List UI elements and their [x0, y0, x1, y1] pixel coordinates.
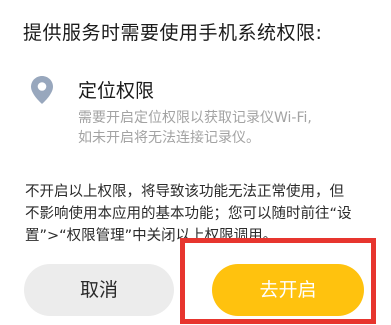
dialog-title: 提供服务时需要使用手机系统权限: — [23, 22, 323, 44]
notice-text: 不开启以上权限，将导致该功能无法正常使用，但 不影响使用本应用的基本功能；您可以… — [25, 181, 371, 247]
permission-name: 定位权限 — [78, 80, 155, 102]
notice-line: 不开启以上权限，将导致该功能无法正常使用，但 — [25, 184, 344, 200]
notice-line: 不影响使用本应用的基本功能；您可以随时前往“设 — [25, 206, 352, 222]
permission-description: 需要开启定位权限以获取记录仪Wi-Fi, 如未开启将无法连接记录仪。 — [78, 108, 338, 148]
permission-dialog: 提供服务时需要使用手机系统权限: 定位权限 需要开启定位权限以获取记录仪Wi-F… — [0, 0, 391, 325]
cancel-button[interactable]: 取消 — [24, 264, 174, 316]
permission-description-line: 需要开启定位权限以获取记录仪Wi-Fi, — [78, 110, 312, 126]
enable-permission-button[interactable]: 去开启 — [212, 264, 364, 316]
location-pin-icon — [31, 76, 53, 104]
notice-line: 置”>“权限管理”中关闭以上权限调用。 — [25, 228, 278, 244]
permission-description-line: 如未开启将无法连接记录仪。 — [78, 130, 260, 146]
